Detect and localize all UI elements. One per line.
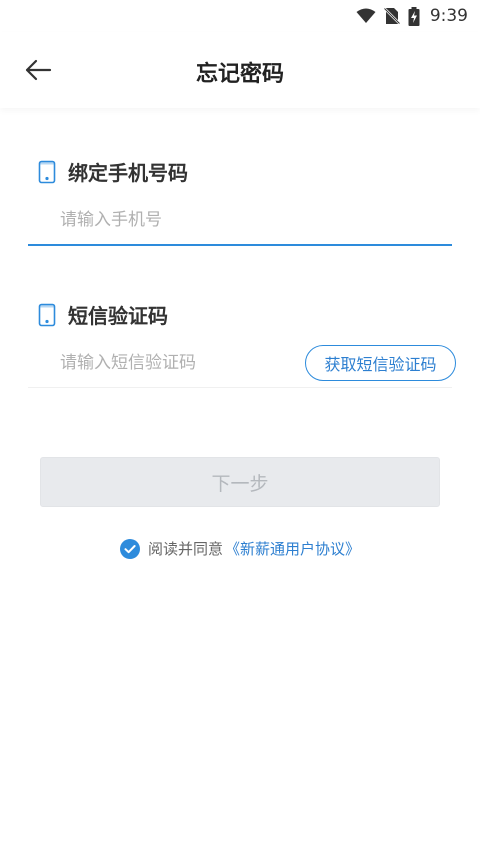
agreement-text: 阅读并同意 bbox=[147, 540, 223, 558]
wifi-icon bbox=[356, 8, 376, 23]
phone-number-input[interactable] bbox=[28, 196, 452, 244]
user-agreement-link[interactable]: 《新薪通用户协议》 bbox=[225, 538, 360, 559]
get-sms-code-button[interactable]: 获取短信验证码 bbox=[305, 345, 456, 381]
checkbox-checked-icon[interactable] bbox=[119, 538, 140, 559]
phone-section-label: 绑定手机号码 bbox=[68, 161, 188, 185]
phone-input-underline bbox=[28, 196, 452, 246]
phone-icon bbox=[38, 160, 56, 183]
no-sim-icon bbox=[383, 7, 400, 25]
status-time: 9:39 bbox=[429, 6, 468, 26]
page-title: 忘记密码 bbox=[195, 62, 284, 87]
sms-code-input[interactable] bbox=[28, 340, 288, 386]
sms-section-title: 短信验证码 bbox=[38, 300, 168, 329]
phone-icon bbox=[38, 303, 56, 326]
agreement-row: 阅读并同意 《新薪通用户协议》 bbox=[0, 538, 480, 559]
status-bar: 9:39 bbox=[0, 0, 480, 32]
header: 忘记密码 bbox=[0, 32, 480, 108]
next-step-button[interactable]: 下一步 bbox=[40, 457, 440, 507]
phone-section-title: 绑定手机号码 bbox=[38, 157, 188, 186]
sms-section-label: 短信验证码 bbox=[68, 304, 168, 328]
battery-charging-icon bbox=[408, 6, 420, 26]
